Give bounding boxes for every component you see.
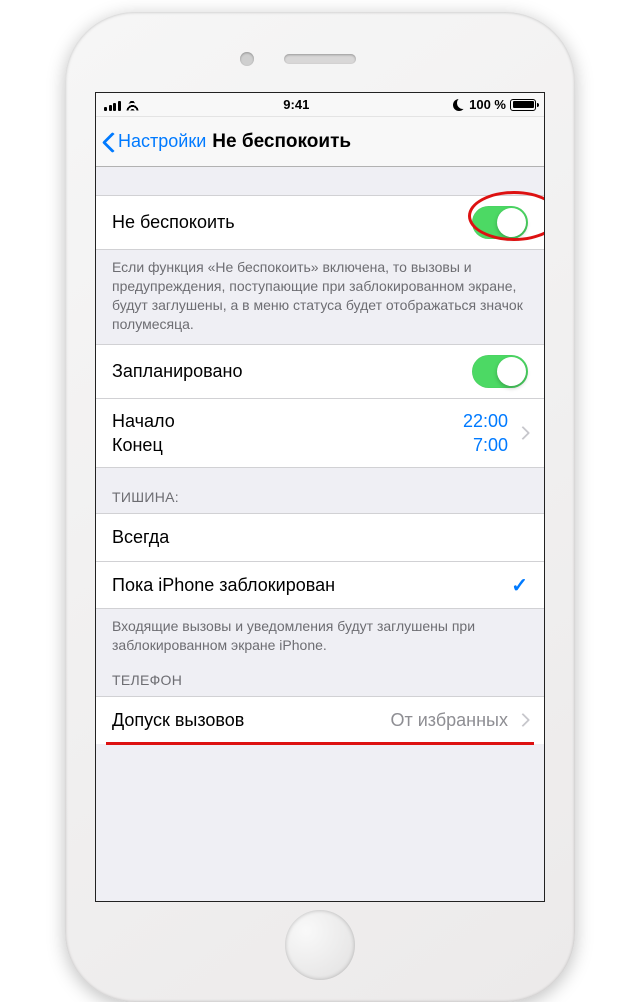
status-bar: 9:41 100 % [96,93,544,117]
settings-list: Не беспокоить Если функция «Не беспокоит… [96,167,544,744]
back-label: Настройки [118,131,206,152]
allow-calls-label: Допуск вызовов [112,710,390,731]
scheduled-from-value: 22:00 [463,409,508,433]
status-time: 9:41 [283,97,309,112]
page-title: Не беспокоить [212,131,351,153]
group-phone: Допуск вызовов От избранных [96,696,544,744]
back-button[interactable]: Настройки [96,131,206,153]
do-not-disturb-icon [453,99,465,111]
phone-speaker [284,54,356,64]
battery-icon [510,99,536,111]
chevron-left-icon [102,131,116,153]
phone-camera [240,52,254,66]
chevron-right-icon [518,426,528,440]
scheduled-label: Запланировано [112,361,472,382]
cell-scheduled-toggle[interactable]: Запланировано [96,344,544,398]
silence-always-label: Всегда [112,527,528,548]
cell-silence-while-locked[interactable]: Пока iPhone заблокирован ✓ [96,561,544,609]
cell-scheduled-time[interactable]: Начало 22:00 Конец 7:00 [96,398,544,469]
cell-dnd-toggle[interactable]: Не беспокоить [96,195,544,250]
cellular-signal-icon [104,99,121,111]
allow-calls-value: От избранных [390,710,508,731]
dnd-footer: Если функция «Не беспокоить» включена, т… [96,250,544,344]
nav-bar: Настройки Не беспокоить [96,117,544,167]
chevron-right-icon [518,713,528,727]
cell-silence-always[interactable]: Всегда [96,513,544,561]
checkmark-icon: ✓ [511,573,528,598]
group-dnd: Не беспокоить [96,195,544,250]
cell-allow-calls[interactable]: Допуск вызовов От избранных [96,696,544,744]
dnd-label: Не беспокоить [112,212,472,233]
silence-header: ТИШИНА: [96,468,544,513]
scheduled-from-label: Начало [112,409,175,433]
home-button[interactable] [285,910,355,980]
wifi-icon [125,99,140,111]
group-scheduled: Запланировано Начало 22:00 Конец 7:00 [96,344,544,469]
scheduled-switch[interactable] [472,355,528,388]
scheduled-to-value: 7:00 [473,433,508,457]
silence-while-locked-label: Пока iPhone заблокирован [112,575,511,596]
scheduled-to-label: Конец [112,433,163,457]
phone-header: ТЕЛЕФОН [96,665,544,696]
group-silence: Всегда Пока iPhone заблокирован ✓ [96,513,544,609]
phone-frame: 9:41 100 % Настройки Не беспокоить Не бе… [65,12,575,1002]
dnd-switch[interactable] [472,206,528,239]
silence-footer: Входящие вызовы и уведомления будут загл… [96,609,544,665]
battery-percent: 100 % [469,97,506,112]
screen: 9:41 100 % Настройки Не беспокоить Не бе… [95,92,545,902]
